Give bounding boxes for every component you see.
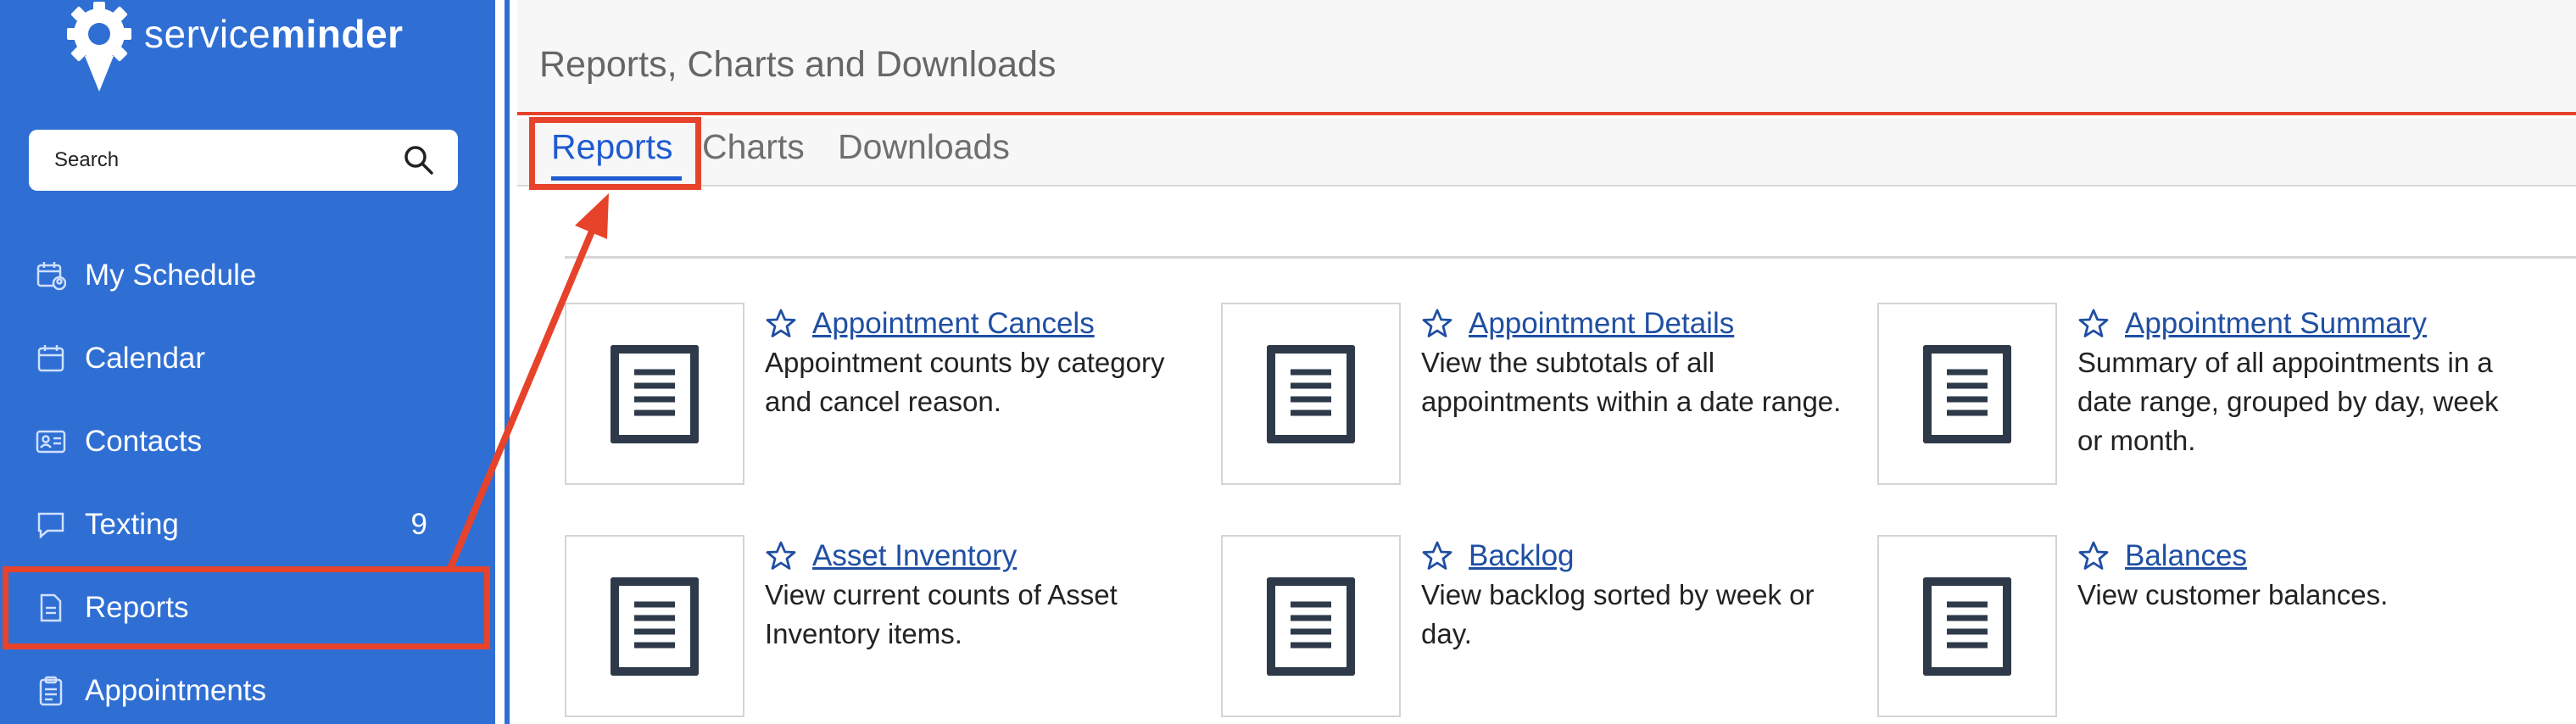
- gear-pin-logo-icon: [67, 2, 131, 92]
- report-thumbnail[interactable]: [1221, 303, 1401, 485]
- sidebar-item-label: My Schedule: [85, 259, 257, 292]
- report-title-link[interactable]: Appointment Summary: [2125, 307, 2427, 341]
- report-header: Appointment Summary: [2077, 303, 2427, 345]
- favorite-star-icon[interactable]: [1421, 540, 1453, 572]
- report-document-icon: [1267, 576, 1355, 676]
- page-header: Reports, Charts and Downloads: [517, 0, 2576, 115]
- tab-downloads[interactable]: Downloads: [838, 127, 1010, 167]
- sidebar-item-label: Texting: [85, 508, 179, 541]
- report-header: Appointment Details: [1421, 303, 1734, 345]
- report-card: Appointment Details View the subtotals o…: [1221, 303, 1865, 489]
- favorite-star-icon[interactable]: [765, 308, 797, 340]
- page-title: Reports, Charts and Downloads: [539, 44, 1057, 85]
- report-card: Balances View customer balances.: [1877, 535, 2522, 721]
- search-icon[interactable]: [402, 143, 436, 177]
- report-header: Balances: [2077, 535, 2247, 577]
- report-document-icon: [611, 576, 699, 676]
- sidebar-item-label: Calendar: [85, 342, 206, 375]
- favorite-star-icon[interactable]: [2077, 540, 2110, 572]
- sidebar-item-label: Contacts: [85, 425, 203, 458]
- report-description: Appointment counts by category and cance…: [765, 347, 1165, 417]
- report-title-link[interactable]: Appointment Details: [1469, 307, 1734, 341]
- tabs-bar: Reports Charts Downloads: [517, 119, 2576, 187]
- sidebar-item-contacts[interactable]: Contacts: [0, 404, 495, 480]
- report-card: Appointment Cancels Appointment counts b…: [565, 303, 1209, 489]
- report-header: Backlog: [1421, 535, 1575, 577]
- report-document-icon: [1923, 576, 2011, 676]
- reports-tab-highlight-box: [529, 117, 701, 190]
- report-description: Summary of all appointments in a date ra…: [2077, 347, 2499, 456]
- report-document-icon: [611, 344, 699, 443]
- report-thumbnail[interactable]: [1221, 535, 1401, 717]
- texting-count-badge: 9: [410, 508, 427, 541]
- contact-card-icon: [34, 425, 68, 459]
- logo-wordmark: serviceminder: [144, 12, 404, 56]
- calendar-icon: [34, 342, 68, 376]
- search-input[interactable]: [54, 148, 402, 172]
- report-title-link[interactable]: Appointment Cancels: [812, 307, 1095, 341]
- reports-highlight-box: [3, 566, 490, 649]
- calendar-user-icon: [34, 259, 68, 292]
- search-box: [29, 130, 458, 191]
- report-description: View backlog sorted by week or day.: [1421, 579, 1815, 649]
- serviceminder-logo[interactable]: serviceminder: [63, 0, 404, 93]
- report-card: Backlog View backlog sorted by week or d…: [1221, 535, 1865, 721]
- favorite-star-icon[interactable]: [1421, 308, 1453, 340]
- sidebar-item-my-schedule[interactable]: My Schedule: [0, 237, 495, 314]
- sidebar-item-appointments[interactable]: Appointments: [0, 653, 495, 724]
- report-card: Appointment Summary Summary of all appoi…: [1877, 303, 2522, 489]
- report-header: Asset Inventory: [765, 535, 1017, 577]
- report-header: Appointment Cancels: [765, 303, 1095, 345]
- report-card: Asset Inventory View current counts of A…: [565, 535, 1209, 721]
- favorite-star-icon[interactable]: [765, 540, 797, 572]
- report-title-link[interactable]: Backlog: [1469, 539, 1575, 573]
- report-description: View customer balances.: [2077, 579, 2389, 610]
- sidebar: serviceminder My Schedule Calendar Conta…: [0, 0, 495, 724]
- favorite-star-icon[interactable]: [2077, 308, 2110, 340]
- chat-bubble-icon: [34, 508, 68, 542]
- report-document-icon: [1267, 344, 1355, 443]
- report-thumbnail[interactable]: [565, 535, 744, 717]
- sidebar-item-texting[interactable]: Texting 9: [0, 487, 495, 563]
- report-title-link[interactable]: Asset Inventory: [812, 539, 1017, 573]
- sidebar-item-label: Appointments: [85, 674, 267, 707]
- sidebar-item-calendar[interactable]: Calendar: [0, 320, 495, 397]
- report-description: View the subtotals of all appointments w…: [1421, 347, 1842, 417]
- report-title-link[interactable]: Balances: [2125, 539, 2247, 573]
- main-content: Reports, Charts and Downloads Reports Ch…: [517, 0, 2576, 724]
- report-thumbnail[interactable]: [565, 303, 744, 485]
- report-document-icon: [1923, 344, 2011, 443]
- report-description: View current counts of Asset Inventory i…: [765, 579, 1118, 649]
- section-divider: [565, 256, 2576, 259]
- report-thumbnail[interactable]: [1877, 535, 2057, 717]
- sidebar-divider-line: [505, 0, 510, 724]
- clipboard-icon: [34, 674, 68, 708]
- report-thumbnail[interactable]: [1877, 303, 2057, 485]
- tab-charts[interactable]: Charts: [702, 127, 805, 167]
